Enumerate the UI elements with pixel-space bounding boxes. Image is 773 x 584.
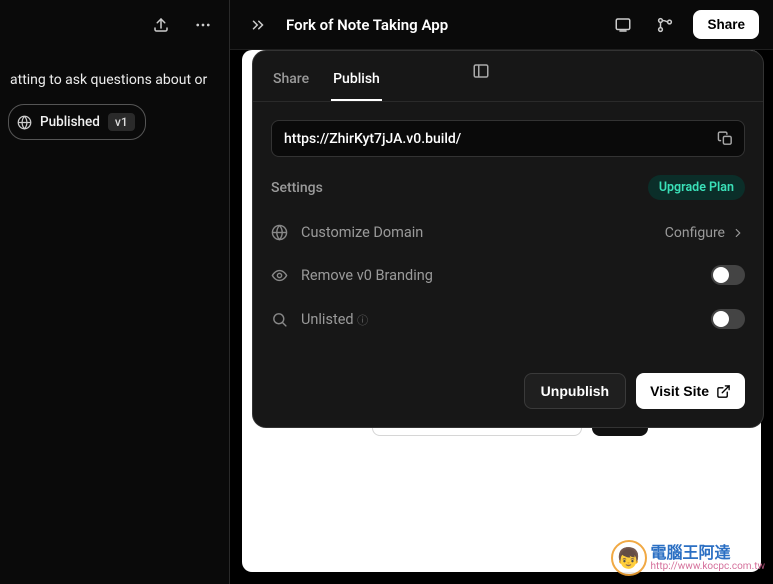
unlisted-toggle[interactable] [711, 309, 745, 329]
page-title: Fork of Note Taking App [286, 16, 595, 34]
visit-site-button[interactable]: Visit Site [636, 373, 745, 409]
search-icon [271, 311, 289, 328]
watermark-title: 電腦王阿達 [651, 544, 765, 562]
sidebar-description: atting to ask questions about or [8, 62, 221, 104]
visit-site-label: Visit Site [650, 383, 709, 399]
tab-publish[interactable]: Publish [331, 63, 382, 101]
eye-off-icon [271, 267, 289, 284]
remove-branding-toggle[interactable] [711, 265, 745, 285]
popup-tabs: Share Publish [253, 51, 763, 102]
configure-label: Configure [665, 225, 725, 241]
left-sidebar: atting to ask questions about or Publish… [0, 0, 230, 584]
sidebar-body: atting to ask questions about or Publish… [0, 50, 229, 152]
version-badge: v1 [108, 113, 135, 131]
unlisted-label: Unlisted ⓘ [301, 311, 699, 328]
export-icon[interactable] [147, 11, 175, 39]
globe-icon [271, 224, 289, 241]
upgrade-plan-button[interactable]: Upgrade Plan [648, 175, 745, 200]
copy-icon[interactable] [717, 130, 734, 147]
published-url[interactable]: https://ZhirKyt7jJA.v0.build/ [284, 131, 717, 147]
configure-button[interactable]: Configure [665, 225, 745, 241]
top-bar: Fork of Note Taking App Share [230, 0, 773, 50]
settings-label: Settings [271, 180, 323, 196]
tab-share[interactable]: Share [271, 63, 311, 101]
watermark-text: 電腦王阿達 http://www.kocpc.com.tw [651, 544, 765, 573]
publish-popup: Share Publish https://ZhirKyt7jJA.v0.bui… [252, 50, 764, 428]
setting-unlisted: Unlisted ⓘ [271, 297, 745, 341]
remove-branding-label: Remove v0 Branding [301, 267, 699, 284]
sidebar-topbar [0, 0, 229, 50]
external-link-icon [716, 384, 731, 399]
preview-icon[interactable] [609, 11, 637, 39]
branch-icon[interactable] [651, 11, 679, 39]
collapse-icon[interactable] [244, 11, 272, 39]
watermark-url: http://www.kocpc.com.tw [651, 561, 765, 572]
info-icon[interactable]: ⓘ [357, 314, 368, 327]
setting-customize-domain[interactable]: Customize Domain Configure [271, 212, 745, 253]
published-badge[interactable]: Published v1 [8, 104, 146, 140]
share-button[interactable]: Share [693, 10, 759, 39]
side-panel-icon[interactable] [472, 62, 490, 84]
setting-remove-branding: Remove v0 Branding [271, 253, 745, 297]
published-label: Published [40, 114, 100, 130]
settings-header: Settings Upgrade Plan [271, 175, 745, 200]
more-icon[interactable] [189, 11, 217, 39]
watermark: 👦 電腦王阿達 http://www.kocpc.com.tw [611, 540, 765, 576]
popup-footer: Unpublish Visit Site [253, 359, 763, 427]
unpublish-button[interactable]: Unpublish [524, 373, 626, 409]
watermark-avatar: 👦 [611, 540, 647, 576]
popup-body: https://ZhirKyt7jJA.v0.build/ Settings U… [253, 102, 763, 359]
customize-domain-label: Customize Domain [301, 224, 653, 241]
url-field: https://ZhirKyt7jJA.v0.build/ [271, 120, 745, 157]
